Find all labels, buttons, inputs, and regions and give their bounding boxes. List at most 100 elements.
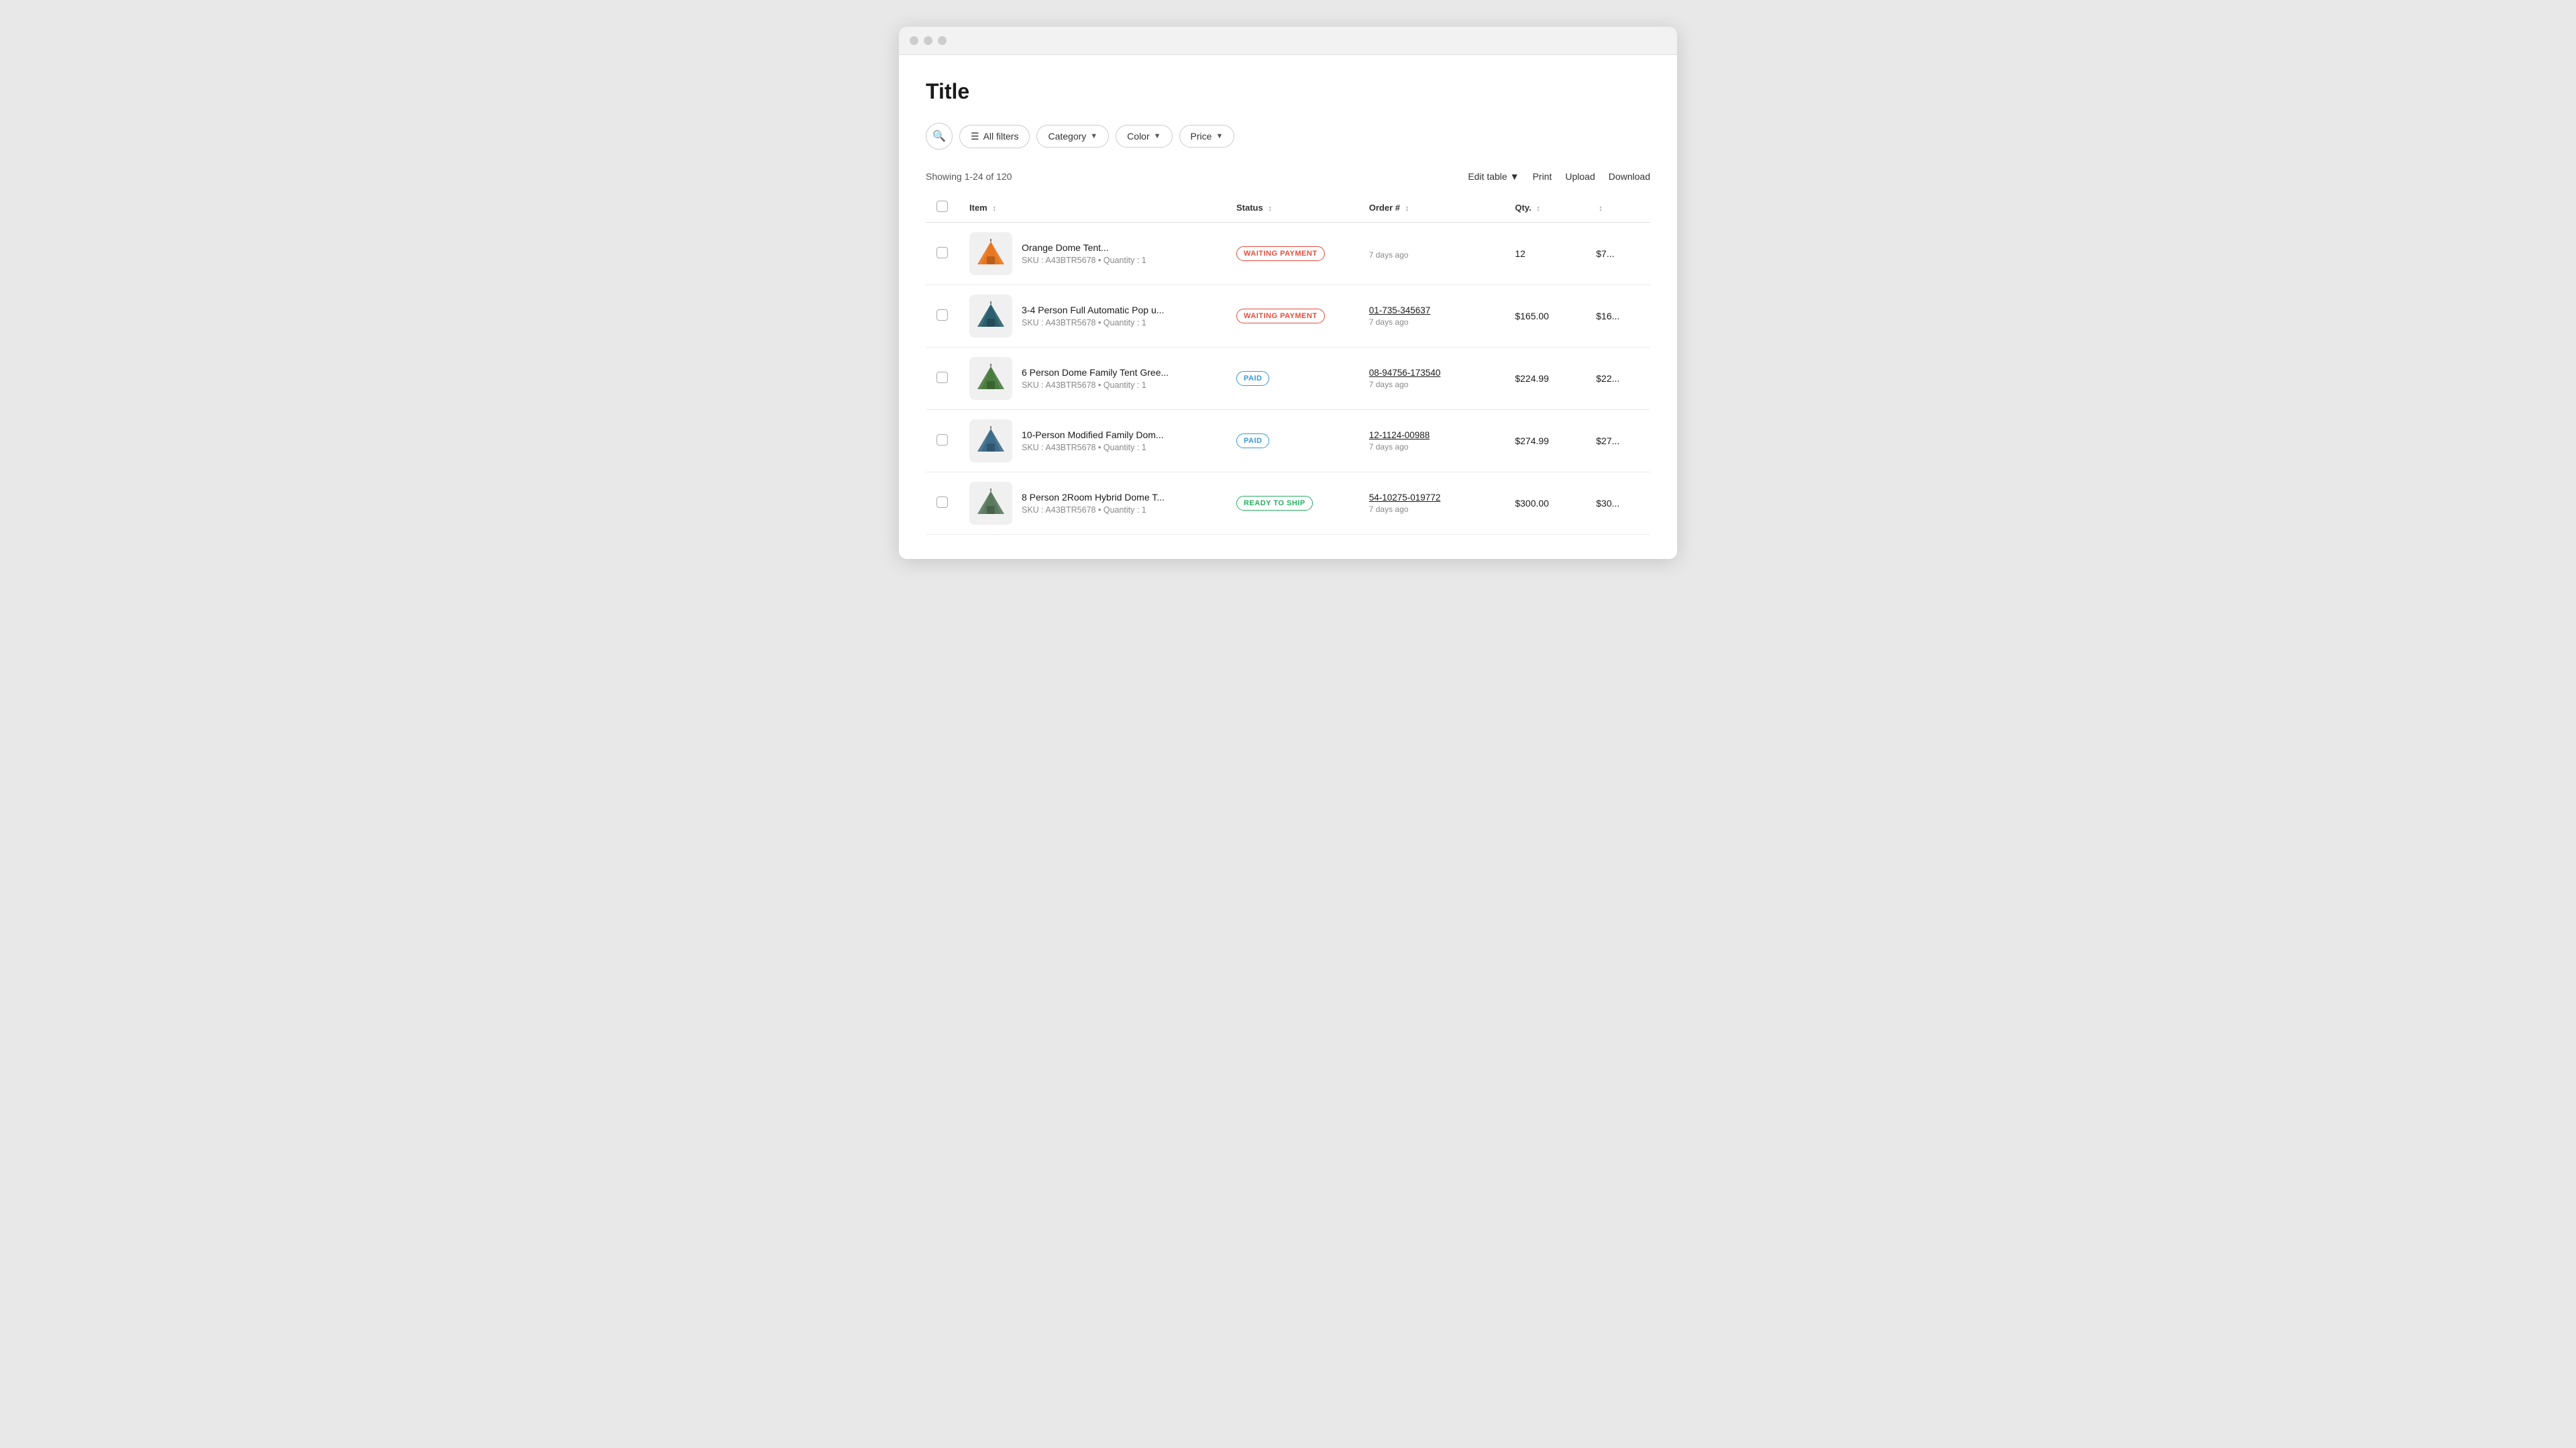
price-cell: $7...: [1585, 223, 1650, 285]
item-name: 6 Person Dome Family Tent Gree...: [1022, 367, 1169, 378]
item-info: 3-4 Person Full Automatic Pop u... SKU :…: [1022, 305, 1164, 327]
order-cell: 01-735-3456377 days ago: [1358, 285, 1505, 348]
order-link[interactable]: 08-94756-173540: [1369, 368, 1441, 378]
status-badge: READY TO SHIP: [1236, 496, 1313, 511]
download-button[interactable]: Download: [1609, 171, 1650, 182]
all-filters-button[interactable]: ☰ All filters: [959, 125, 1030, 148]
chevron-down-icon: ▼: [1510, 171, 1519, 182]
price-cell: $16...: [1585, 285, 1650, 348]
select-all-checkbox[interactable]: [936, 201, 948, 212]
item-image: [969, 357, 1012, 400]
item-info: 6 Person Dome Family Tent Gree... SKU : …: [1022, 367, 1169, 390]
status-badge: PAID: [1236, 371, 1269, 386]
price-filter-button[interactable]: Price ▼: [1179, 125, 1235, 148]
qty-cell: $274.99: [1504, 410, 1585, 472]
qty-cell: $224.99: [1504, 348, 1585, 410]
item-name: 8 Person 2Room Hybrid Dome T...: [1022, 492, 1165, 503]
item-name: 3-4 Person Full Automatic Pop u...: [1022, 305, 1164, 315]
table-row: Orange Dome Tent... SKU : A43BTR5678 • Q…: [926, 223, 1650, 285]
print-button[interactable]: Print: [1533, 171, 1552, 182]
browser-dot-yellow: [924, 36, 932, 45]
table-row: 8 Person 2Room Hybrid Dome T... SKU : A4…: [926, 472, 1650, 535]
row-checkbox-cell: [926, 410, 959, 472]
th-qty[interactable]: Qty. ↕: [1504, 193, 1585, 223]
search-button[interactable]: 🔍: [926, 123, 953, 150]
status-badge: WAITING PAYMENT: [1236, 309, 1325, 323]
order-cell: 7 days ago: [1358, 223, 1505, 285]
order-cell: 08-94756-173540 7 days ago: [1358, 348, 1505, 410]
row-checkbox[interactable]: [936, 372, 948, 383]
order-link[interactable]: 01-735-345637: [1369, 305, 1431, 315]
item-cell: Orange Dome Tent... SKU : A43BTR5678 • Q…: [959, 223, 1226, 285]
chevron-down-icon: ▼: [1090, 132, 1097, 140]
sort-icon: ↕: [992, 205, 996, 213]
item-info: 10-Person Modified Family Dom... SKU : A…: [1022, 429, 1164, 452]
page-content: Title 🔍 ☰ All filters Category ▼ Color ▼…: [899, 55, 1677, 559]
item-name: Orange Dome Tent...: [1022, 242, 1146, 253]
row-checkbox[interactable]: [936, 247, 948, 258]
status-cell: WAITING PAYMENT: [1226, 285, 1358, 348]
items-table: Item ↕ Status ↕ Order # ↕ Qty. ↕ ↕: [926, 193, 1650, 535]
row-checkbox-cell: [926, 472, 959, 535]
item-cell: 10-Person Modified Family Dom... SKU : A…: [959, 410, 1226, 472]
page-title: Title: [926, 79, 1650, 104]
item-meta: SKU : A43BTR5678 • Quantity : 1: [1022, 380, 1169, 390]
row-checkbox-cell: [926, 285, 959, 348]
category-filter-button[interactable]: Category ▼: [1036, 125, 1109, 148]
table-actions: Edit table ▼ Print Upload Download: [1468, 171, 1650, 182]
th-item[interactable]: Item ↕: [959, 193, 1226, 223]
item-cell: 3-4 Person Full Automatic Pop u... SKU :…: [959, 285, 1226, 348]
item-meta: SKU : A43BTR5678 • Quantity : 1: [1022, 256, 1146, 265]
chevron-down-icon: ▼: [1154, 132, 1161, 140]
sort-icon: ↕: [1599, 205, 1603, 213]
qty-cell: 12: [1504, 223, 1585, 285]
chevron-down-icon: ▼: [1216, 132, 1223, 140]
color-filter-button[interactable]: Color ▼: [1116, 125, 1172, 148]
sort-icon: ↕: [1268, 205, 1272, 213]
item-cell: 8 Person 2Room Hybrid Dome T... SKU : A4…: [959, 472, 1226, 535]
price-cell: $22...: [1585, 348, 1650, 410]
item-meta: SKU : A43BTR5678 • Quantity : 1: [1022, 443, 1164, 452]
item-meta: SKU : A43BTR5678 • Quantity : 1: [1022, 318, 1164, 327]
row-checkbox[interactable]: [936, 497, 948, 508]
status-cell: READY TO SHIP: [1226, 472, 1358, 535]
row-checkbox-cell: [926, 348, 959, 410]
status-badge: PAID: [1236, 433, 1269, 448]
order-link[interactable]: 54-10275-019772: [1369, 493, 1441, 503]
th-select-all[interactable]: [926, 193, 959, 223]
table-meta: Showing 1-24 of 120 Edit table ▼ Print U…: [926, 171, 1650, 182]
item-image: [969, 232, 1012, 275]
showing-count: Showing 1-24 of 120: [926, 171, 1012, 182]
browser-dot-green: [938, 36, 947, 45]
th-order[interactable]: Order # ↕: [1358, 193, 1505, 223]
item-image: [969, 419, 1012, 462]
table-row: 6 Person Dome Family Tent Gree... SKU : …: [926, 348, 1650, 410]
qty-cell: $300.00: [1504, 472, 1585, 535]
item-cell: 6 Person Dome Family Tent Gree... SKU : …: [959, 348, 1226, 410]
item-info: 8 Person 2Room Hybrid Dome T... SKU : A4…: [1022, 492, 1165, 515]
filter-icon: ☰: [971, 131, 979, 142]
filter-bar: 🔍 ☰ All filters Category ▼ Color ▼ Price…: [926, 123, 1650, 150]
status-cell: WAITING PAYMENT: [1226, 223, 1358, 285]
browser-titlebar: [899, 27, 1677, 55]
item-name: 10-Person Modified Family Dom...: [1022, 429, 1164, 440]
th-price[interactable]: ↕: [1585, 193, 1650, 223]
order-link[interactable]: 12-1124-00988: [1369, 430, 1430, 440]
row-checkbox[interactable]: [936, 434, 948, 446]
th-status[interactable]: Status ↕: [1226, 193, 1358, 223]
search-icon: 🔍: [932, 130, 946, 143]
upload-button[interactable]: Upload: [1565, 171, 1595, 182]
order-cell: 54-10275-0197727 days ago: [1358, 472, 1505, 535]
sort-icon: ↕: [1536, 205, 1540, 213]
order-date: 7 days ago: [1369, 250, 1494, 260]
browser-window: Title 🔍 ☰ All filters Category ▼ Color ▼…: [899, 27, 1677, 559]
row-checkbox[interactable]: [936, 309, 948, 321]
item-info: Orange Dome Tent... SKU : A43BTR5678 • Q…: [1022, 242, 1146, 265]
edit-table-button[interactable]: Edit table ▼: [1468, 171, 1519, 182]
qty-cell: $165.00: [1504, 285, 1585, 348]
status-badge: WAITING PAYMENT: [1236, 246, 1325, 261]
price-cell: $27...: [1585, 410, 1650, 472]
order-date: 7 days ago: [1369, 380, 1494, 389]
row-checkbox-cell: [926, 223, 959, 285]
status-cell: PAID: [1226, 348, 1358, 410]
